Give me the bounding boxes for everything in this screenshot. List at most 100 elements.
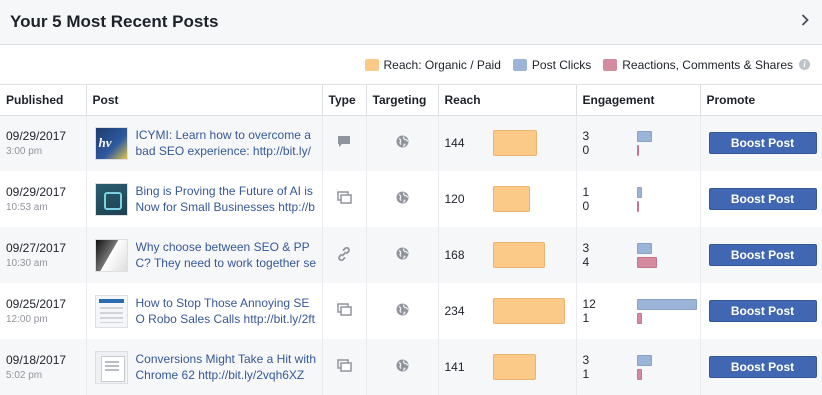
- reactions-value: 4: [582, 255, 590, 269]
- reactions-value: 0: [582, 199, 590, 213]
- table-row[interactable]: 09/29/2017 10:53 am Bing is Proving the …: [0, 171, 822, 227]
- cell-targeting: [366, 283, 439, 339]
- boost-post-button[interactable]: Boost Post: [708, 188, 817, 210]
- cell-promote: Boost Post: [700, 115, 822, 171]
- post-thumbnail[interactable]: [94, 350, 128, 384]
- reactions-bar: [636, 368, 642, 380]
- cell-engagement: 3 4: [576, 227, 701, 283]
- cell-targeting: [366, 115, 439, 171]
- cell-reach: 168: [438, 227, 577, 283]
- panel-header: Your 5 Most Recent Posts: [0, 0, 822, 45]
- table-row[interactable]: 09/25/2017 12:00 pm How to Stop Those An…: [0, 283, 822, 339]
- reach-value: 120: [444, 192, 465, 206]
- cell-post: Why choose between SEO & PP C? They need…: [86, 227, 323, 283]
- cell-published: 09/18/2017 5:02 pm: [0, 339, 87, 395]
- globe-icon: [396, 303, 409, 319]
- cell-published: 09/29/2017 3:00 pm: [0, 115, 87, 171]
- table-row[interactable]: 09/18/2017 5:02 pm Conversions Might Tak…: [0, 339, 822, 395]
- reach-bar: [492, 186, 530, 212]
- table-row[interactable]: 09/29/2017 3:00 pm hv ICYMI: Learn how t…: [0, 115, 822, 171]
- cell-engagement: 3 1: [576, 339, 701, 395]
- reactions-bar: [636, 312, 642, 324]
- table-header-row: Published Post Type Targeting Reach Enga…: [0, 85, 822, 116]
- cell-type: [322, 283, 367, 339]
- post-clicks-value: 12: [582, 297, 596, 311]
- cell-published: 09/27/2017 10:30 am: [0, 227, 87, 283]
- post-thumbnail[interactable]: hv: [94, 126, 128, 160]
- published-time: 3:00 pm: [6, 146, 43, 158]
- panel-title: Your 5 Most Recent Posts: [10, 12, 219, 31]
- table-row[interactable]: 09/27/2017 10:30 am Why choose between S…: [0, 227, 822, 283]
- published-date: 09/25/2017: [6, 297, 67, 311]
- cell-post: Conversions Might Take a Hit with Chrome…: [86, 339, 323, 395]
- cell-type: [322, 115, 367, 171]
- reactions-value: 1: [582, 367, 590, 381]
- boost-post-button[interactable]: Boost Post: [708, 300, 817, 322]
- post-clicks-value: 1: [582, 185, 590, 199]
- cell-promote: Boost Post: [700, 171, 822, 227]
- shared-icon: [336, 303, 352, 319]
- post-thumbnail[interactable]: [94, 294, 128, 328]
- globe-icon: [396, 191, 409, 207]
- post-link[interactable]: How to Stop Those Annoying SE O Robo Sal…: [136, 295, 318, 327]
- shared-icon: [336, 191, 352, 207]
- info-icon[interactable]: i: [799, 59, 810, 70]
- column-header-promote[interactable]: Promote: [700, 85, 822, 116]
- legend-item-reactions: Reactions, Comments & Shares i: [603, 58, 810, 72]
- reactions-bar: [636, 144, 639, 156]
- legend-label-reach: Reach: Organic / Paid: [383, 57, 501, 72]
- cell-post: hv ICYMI: Learn how to overcome a bad SE…: [86, 115, 323, 171]
- post-clicks-value: 3: [582, 129, 590, 144]
- cell-type: [322, 227, 367, 283]
- reach-value: 234: [444, 304, 465, 318]
- cell-post: Bing is Proving the Future of AI is Now …: [86, 171, 323, 227]
- cell-reach: 141: [438, 339, 577, 395]
- cell-targeting: [366, 339, 439, 395]
- cell-reach: 234: [438, 283, 577, 339]
- published-time: 12:00 pm: [6, 314, 48, 325]
- globe-icon: [396, 359, 409, 375]
- post-clicks-bar: [636, 186, 642, 198]
- reach-value: 144: [444, 136, 465, 151]
- reach-bar: [492, 130, 537, 157]
- posts-table: Published Post Type Targeting Reach Enga…: [0, 85, 822, 395]
- boost-post-button[interactable]: Boost Post: [708, 244, 817, 266]
- shared-icon: [336, 359, 352, 375]
- cell-post: How to Stop Those Annoying SE O Robo Sal…: [86, 283, 323, 339]
- cell-promote: Boost Post: [700, 227, 822, 283]
- cell-promote: Boost Post: [700, 283, 822, 339]
- post-link[interactable]: Conversions Might Take a Hit with Chrome…: [136, 351, 318, 383]
- chevron-right-icon[interactable]: [798, 13, 812, 31]
- cell-reach: 144: [438, 115, 577, 171]
- post-clicks-bar: [636, 354, 652, 366]
- legend-swatch-post-clicks: [512, 58, 527, 71]
- post-link[interactable]: ICYMI: Learn how to overcome a bad SEO e…: [136, 127, 318, 159]
- cell-reach: 120: [438, 171, 577, 227]
- cell-published: 09/29/2017 10:53 am: [0, 171, 87, 227]
- post-link[interactable]: Why choose between SEO & PP C? They need…: [136, 239, 318, 271]
- cell-type: [322, 339, 367, 395]
- column-header-published[interactable]: Published: [0, 85, 87, 116]
- legend-swatch-reach: [364, 58, 379, 71]
- post-thumbnail[interactable]: [94, 238, 128, 272]
- reactions-bar: [636, 200, 639, 212]
- post-clicks-value: 3: [582, 353, 590, 367]
- column-header-type[interactable]: Type: [322, 85, 367, 116]
- boost-post-button[interactable]: Boost Post: [708, 132, 817, 155]
- legend-label-post-clicks: Post Clicks: [531, 57, 592, 72]
- status-icon: [337, 135, 351, 151]
- reach-bar: [492, 354, 536, 380]
- column-header-post[interactable]: Post: [86, 85, 323, 116]
- legend-item-post-clicks: Post Clicks: [512, 57, 592, 72]
- cell-engagement: 1 0: [576, 171, 701, 227]
- post-thumbnail[interactable]: [94, 182, 128, 216]
- post-link[interactable]: Bing is Proving the Future of AI is Now …: [136, 183, 318, 215]
- reactions-value: 1: [582, 311, 590, 325]
- column-header-engagement[interactable]: Engagement: [576, 85, 701, 116]
- cell-targeting: [366, 171, 439, 227]
- boost-post-button[interactable]: Boost Post: [708, 356, 817, 378]
- column-header-reach[interactable]: Reach: [438, 85, 577, 116]
- reach-value: 141: [444, 360, 465, 374]
- column-header-targeting[interactable]: Targeting: [366, 85, 439, 116]
- published-time: 5:02 pm: [6, 370, 43, 381]
